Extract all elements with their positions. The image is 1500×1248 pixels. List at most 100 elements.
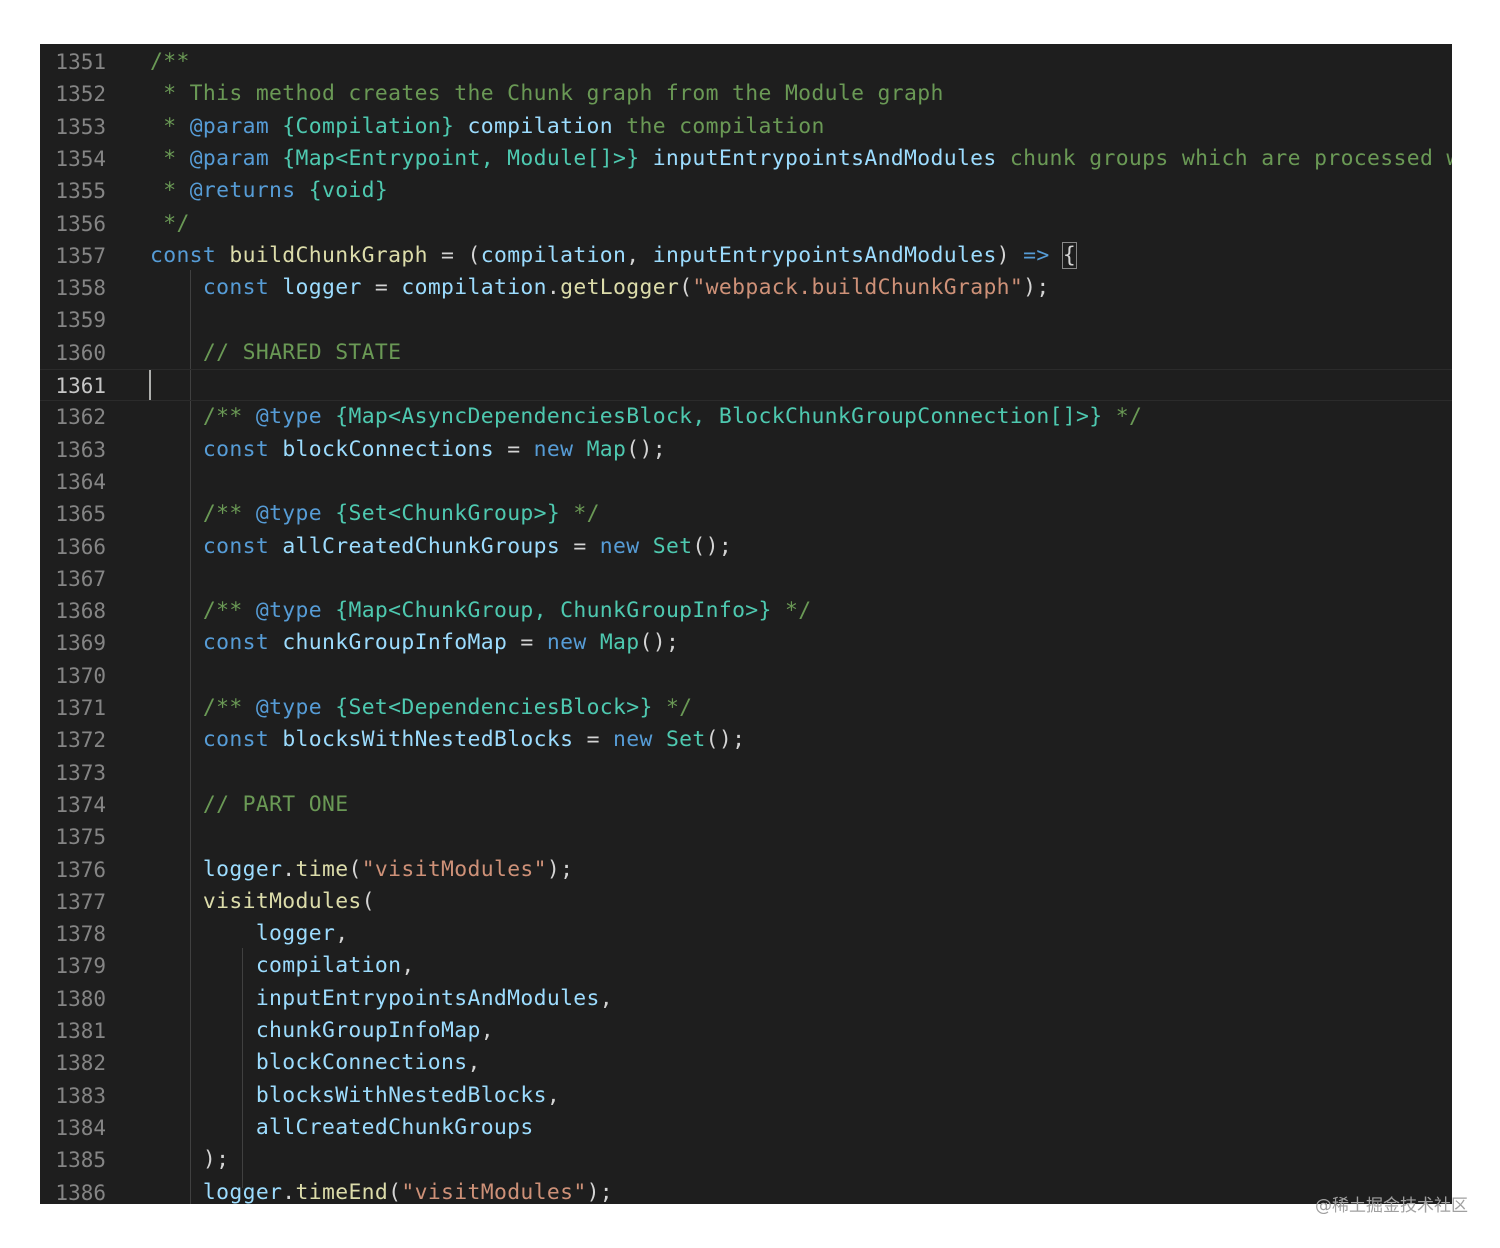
code-line[interactable]: 1367 (40, 563, 1452, 595)
code-token: ); (1023, 275, 1050, 301)
code-token: getLogger (560, 275, 680, 301)
code-token: logger (282, 275, 362, 301)
code-token: , (335, 921, 349, 947)
code-token: new (613, 727, 653, 753)
code-token: {Set<ChunkGroup>} (335, 501, 561, 527)
code-token: ( (348, 856, 362, 882)
code-token: ); (546, 856, 574, 882)
code-token: Set (652, 533, 693, 559)
code-line[interactable]: 1371 /** @type {Set<DependenciesBlock>} … (40, 692, 1452, 724)
line-number: 1385 (55, 1148, 106, 1173)
code-line[interactable]: 1380 inputEntrypointsAndModules, (40, 983, 1452, 1015)
code-line[interactable]: 1353 * @param {Compilation} compilation … (40, 111, 1452, 143)
code-line[interactable]: 1359 (40, 304, 1452, 336)
code-line[interactable]: 1378 logger, (40, 918, 1452, 950)
code-token: Set (665, 727, 706, 753)
line-number: 1352 (55, 82, 106, 107)
code-line[interactable]: 1372 const blocksWithNestedBlocks = new … (40, 724, 1452, 756)
code-text: const blockConnections = new Map(); (150, 434, 666, 466)
code-line[interactable]: 1352 * This method creates the Chunk gra… (40, 78, 1452, 110)
code-token: Map (586, 436, 627, 462)
code-text: logger.time("visitModules"); (150, 854, 573, 886)
line-number: 1359 (55, 308, 106, 333)
code-token: // PART ONE (202, 791, 349, 817)
code-token: */ (771, 598, 812, 624)
code-line[interactable]: 1383 blocksWithNestedBlocks, (40, 1080, 1452, 1112)
code-token: * (150, 178, 190, 204)
code-line[interactable]: 1375 (40, 821, 1452, 853)
code-token: const (150, 242, 217, 268)
code-line[interactable]: 1360 // SHARED STATE (40, 337, 1452, 369)
code-line[interactable]: 1370 (40, 660, 1452, 692)
line-number: 1384 (55, 1115, 106, 1140)
code-line[interactable]: 1364 (40, 466, 1452, 498)
code-line[interactable]: 1376 logger.time("visitModules"); (40, 854, 1452, 886)
code-line[interactable]: 1358 const logger = compilation.getLogge… (40, 272, 1452, 304)
code-token: the compilation (613, 113, 825, 139)
code-token: {Map<Entrypoint, Module[]>} (282, 145, 640, 171)
line-number: 1368 (55, 599, 106, 624)
line-number: 1370 (55, 663, 106, 688)
code-line[interactable]: 1382 blockConnections, (40, 1047, 1452, 1079)
code-text: const chunkGroupInfoMap = new Map(); (150, 627, 679, 659)
code-line[interactable]: 1369 const chunkGroupInfoMap = new Map()… (40, 627, 1452, 659)
line-number: 1358 (55, 276, 106, 301)
code-line[interactable]: 1386 logger.timeEnd("visitModules"); (40, 1177, 1452, 1205)
code-line[interactable]: 1361 (40, 369, 1452, 402)
code-token: (); (692, 533, 733, 559)
code-text: /** @type {Map<AsyncDependenciesBlock, B… (150, 401, 1142, 433)
line-number: 1357 (55, 243, 106, 268)
code-line[interactable]: 1373 (40, 757, 1452, 789)
code-token: */ (560, 501, 600, 527)
code-line[interactable]: 1351 /** (40, 46, 1452, 78)
code-line[interactable]: 1374 // PART ONE (40, 789, 1452, 821)
code-token: compilation (480, 242, 627, 268)
code-line[interactable]: 1363 const blockConnections = new Map(); (40, 434, 1452, 466)
code-line[interactable]: 1362 /** @type {Map<AsyncDependenciesBlo… (40, 401, 1452, 433)
code-text: compilation, (150, 950, 415, 982)
code-token: /** (202, 598, 256, 624)
code-token: chunkGroupInfoMap (255, 1018, 481, 1043)
code-token: inputEntrypointsAndModules (652, 242, 997, 268)
line-number: 1362 (55, 405, 106, 430)
code-text: const logger = compilation.getLogger("we… (150, 272, 1050, 304)
code-line[interactable]: 1379 compilation, (40, 950, 1452, 982)
code-token: = ( (427, 242, 481, 268)
code-line[interactable]: 1377 visitModules( (40, 886, 1452, 918)
code-token: @param (189, 113, 270, 139)
code-line[interactable]: 1365 /** @type {Set<ChunkGroup>} */ (40, 498, 1452, 530)
code-token: {Map<AsyncDependenciesBlock, BlockChunkG… (335, 404, 1103, 430)
line-number: 1360 (55, 340, 106, 365)
line-number: 1356 (55, 211, 106, 236)
line-number: 1353 (55, 114, 106, 139)
code-line[interactable]: 1354 * @param {Map<Entrypoint, Module[]>… (40, 143, 1452, 175)
code-token: { (1061, 241, 1078, 269)
code-token: chunk groups which are processed wi (996, 145, 1452, 171)
code-line[interactable]: 1368 /** @type {Map<ChunkGroup, ChunkGro… (40, 595, 1452, 627)
code-text: * @param {Map<Entrypoint, Module[]>} inp… (150, 143, 1452, 175)
code-token: = (361, 275, 402, 301)
code-token: . (546, 275, 561, 301)
code-line[interactable]: 1355 * @returns {void} (40, 175, 1452, 207)
code-token: allCreatedChunkGroups (255, 1114, 534, 1140)
code-line[interactable]: 1381 chunkGroupInfoMap, (40, 1015, 1452, 1047)
code-line[interactable]: 1384 allCreatedChunkGroups (40, 1112, 1452, 1144)
code-editor[interactable]: 1351 /** 1352 * This method creates the Ch… (40, 44, 1452, 1204)
code-text: visitModules( (150, 886, 375, 918)
code-line[interactable]: 1385 ); (40, 1144, 1452, 1176)
code-line[interactable]: 1366 const allCreatedChunkGroups = new S… (40, 531, 1452, 563)
code-line[interactable]: 1357 const buildChunkGraph = (compilation… (40, 240, 1452, 272)
code-token: * (150, 113, 190, 139)
code-token: buildChunkGraph (229, 242, 428, 268)
code-line[interactable]: 1356 */ (40, 208, 1452, 240)
